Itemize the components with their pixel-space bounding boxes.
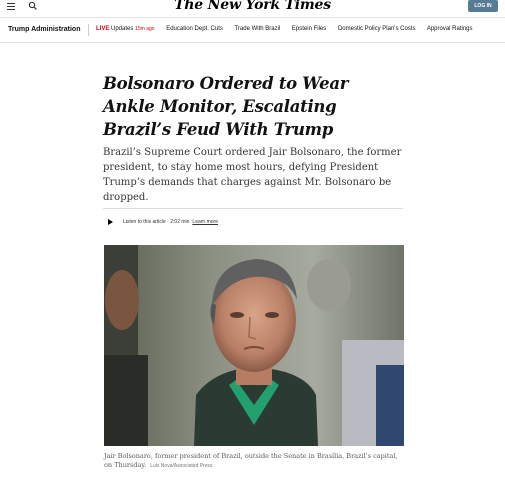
nav-item[interactable]: Education Dept. Cuts (166, 26, 223, 32)
article-photo (104, 245, 404, 446)
caption-text: Jair Bolsonaro, former president of Braz… (104, 452, 398, 469)
audio-label: Listen to this article · 2:02 min (123, 219, 190, 225)
masthead-logo[interactable]: The New York Times (0, 0, 505, 13)
live-badge: LIVE (96, 26, 110, 32)
photo-credit: Luis Nova/Associated Press (150, 463, 213, 469)
nav-item[interactable]: Domestic Policy Plan's Costs (338, 26, 416, 32)
play-icon[interactable] (108, 219, 113, 225)
live-updates-label: Updates (111, 26, 134, 32)
nav-section-title[interactable]: Trump Administration (8, 26, 80, 33)
photo-caption: Jair Bolsonaro, former president of Braz… (104, 452, 404, 471)
nav-divider (88, 24, 89, 36)
article-header: Bolsonaro Ordered to Wear Ankle Monitor,… (103, 72, 403, 205)
login-button[interactable]: LOG IN (468, 0, 498, 12)
nav-item-live-updates[interactable]: LIVE Updates 15m ago (96, 26, 155, 32)
nav-items: LIVE Updates 15m ago Education Dept. Cut… (96, 26, 483, 32)
section-nav: Trump Administration LIVE Updates 15m ag… (0, 17, 505, 43)
learn-more-link[interactable]: Learn more (192, 219, 218, 225)
article-headline: Bolsonaro Ordered to Wear Ankle Monitor,… (103, 74, 349, 139)
nav-item[interactable]: Approval Ratings (427, 26, 473, 32)
nav-item[interactable]: Epstein Files (292, 26, 326, 32)
nav-item[interactable]: Trade With Brazil (234, 26, 280, 32)
divider (103, 208, 403, 209)
live-updated-ago: 15m ago (135, 26, 155, 32)
article-summary: Brazil’s Supreme Court ordered Jair Bols… (103, 147, 402, 203)
top-bar: The New York Times LOG IN (0, 0, 505, 16)
audio-player: Listen to this article · 2:02 min Learn m… (103, 219, 218, 233)
